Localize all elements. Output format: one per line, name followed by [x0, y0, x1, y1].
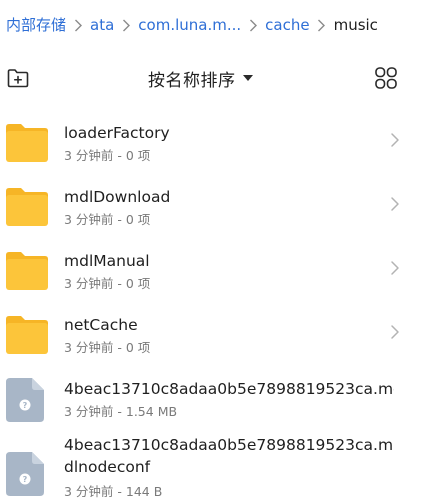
item-meta: 3 分钟前 - 0 项	[64, 340, 151, 355]
chevron-right-icon	[244, 15, 262, 35]
chevron-right-icon	[391, 197, 399, 211]
chevron-right-icon	[391, 325, 399, 339]
breadcrumb-com-luna[interactable]: com.luna.m...	[138, 15, 241, 35]
list-item[interactable]: loaderFactory 3 分钟前 - 0 项	[0, 108, 422, 172]
item-name: mdlManual	[64, 252, 150, 270]
list-item[interactable]: ? 4beac13710c8adaa0b5e7898819523ca.mdl 3…	[0, 364, 422, 428]
breadcrumb-internal-storage[interactable]: 内部存储	[6, 15, 66, 35]
item-meta: 3 分钟前 - 0 项	[64, 212, 151, 227]
svg-text:?: ?	[23, 401, 28, 410]
breadcrumb-cache[interactable]: cache	[265, 15, 309, 35]
svg-text:?: ?	[23, 475, 28, 484]
list-item[interactable]: netCache 3 分钟前 - 0 项	[0, 300, 422, 364]
sort-dropdown[interactable]: 按名称排序	[148, 66, 253, 91]
item-name: 4beac13710c8adaa0b5e7898819523ca.mdlnode…	[64, 436, 394, 476]
chevron-right-icon	[391, 261, 399, 275]
item-meta: 3 分钟前 - 0 项	[64, 276, 151, 291]
folder-icon	[6, 252, 48, 290]
unknown-file-icon: ?	[6, 452, 44, 496]
item-name: netCache	[64, 316, 138, 334]
folder-icon	[6, 188, 48, 226]
chevron-right-icon	[313, 15, 331, 35]
breadcrumb-music: music	[333, 16, 378, 34]
item-meta: 3 分钟前 - 144 B	[64, 484, 163, 499]
file-list: loaderFactory 3 分钟前 - 0 项 mdlDownload 3 …	[0, 108, 422, 500]
chevron-right-icon	[69, 15, 87, 35]
folder-icon	[6, 316, 48, 354]
new-folder-button[interactable]	[6, 66, 30, 90]
list-item[interactable]: mdlDownload 3 分钟前 - 0 项	[0, 172, 422, 236]
item-name: 4beac13710c8adaa0b5e7898819523ca.mdl	[64, 380, 394, 398]
grid-view-button[interactable]	[374, 66, 398, 90]
toolbar: 按名称排序	[0, 52, 422, 104]
chevron-right-icon	[117, 15, 135, 35]
folder-icon	[6, 124, 48, 162]
item-meta: 3 分钟前 - 0 项	[64, 148, 151, 163]
new-folder-icon	[7, 69, 29, 88]
unknown-file-icon: ?	[6, 378, 44, 422]
chevron-right-icon	[391, 133, 399, 147]
item-meta: 3 分钟前 - 1.54 MB	[64, 404, 178, 419]
breadcrumb-ata[interactable]: ata	[90, 15, 114, 35]
item-name: loaderFactory	[64, 124, 170, 142]
list-item[interactable]: mdlManual 3 分钟前 - 0 项	[0, 236, 422, 300]
grid-view-icon	[375, 67, 397, 89]
breadcrumb: 内部存储 ata com.luna.m... cache music	[6, 0, 416, 50]
list-item[interactable]: ? 4beac13710c8adaa0b5e7898819523ca.mdlno…	[0, 428, 422, 500]
sort-label: 按名称排序	[148, 70, 236, 91]
caret-down-icon	[242, 75, 253, 81]
item-name: mdlDownload	[64, 188, 171, 206]
